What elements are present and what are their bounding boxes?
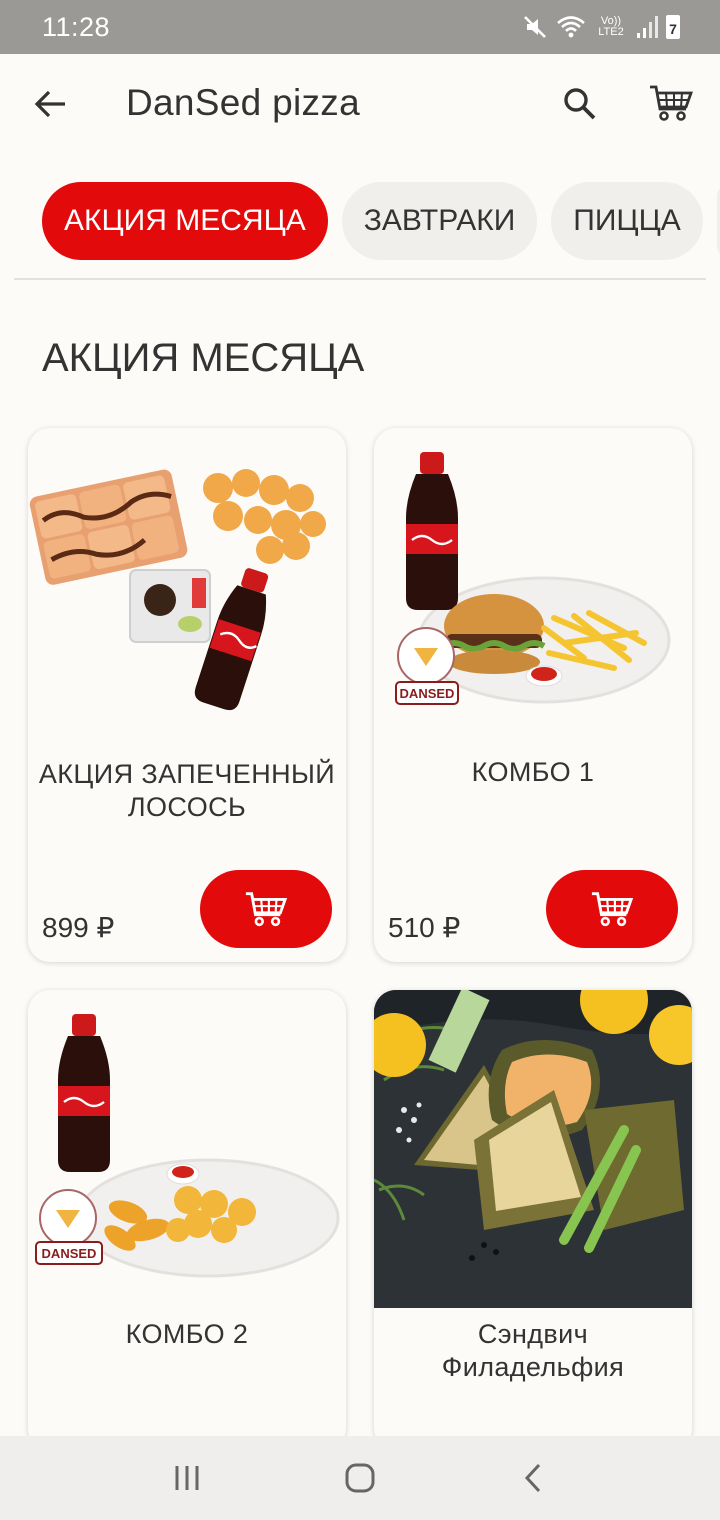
product-card[interactable]: DANSED КОМБО 2 [28, 990, 346, 1450]
search-icon [564, 88, 596, 120]
tabs-divider [14, 278, 706, 280]
cart-button[interactable] [646, 80, 696, 126]
signal-icon [637, 16, 658, 38]
product-image [29, 469, 326, 711]
product-card[interactable]: Сэндвич Филадельфия [374, 990, 692, 1450]
system-back-button[interactable] [503, 1448, 563, 1508]
product-image [374, 990, 692, 1308]
home-icon [345, 1463, 375, 1493]
home-button[interactable] [330, 1448, 390, 1508]
cart-icon [245, 892, 288, 927]
add-to-cart-button[interactable] [546, 870, 678, 948]
status-time: 11:28 [42, 11, 111, 42]
product-image: DANSED [395, 452, 671, 705]
back-icon [525, 1463, 541, 1493]
network-label: Vo)) LTE2 [598, 15, 624, 38]
product-card[interactable]: DANSED КОМБО 1 510 ₽ [374, 428, 692, 962]
product-name: Сэндвич Филадельфия [441, 1319, 625, 1382]
back-button[interactable] [28, 82, 72, 126]
back-arrow-icon [34, 90, 65, 118]
mute-icon [524, 16, 546, 38]
navigation-bar [0, 1436, 720, 1520]
product-name: КОМБО 2 [125, 1319, 249, 1349]
app-bar: DanSed pizza [0, 54, 720, 154]
cart-icon [591, 892, 634, 927]
category-tabs: АКЦИЯ МЕСЯЦА ЗАВТРАКИ ПИЦЦА [0, 182, 720, 262]
svg-text:DANSED: DANSED [42, 1246, 97, 1261]
product-price: 899 ₽ [42, 912, 115, 943]
product-name: АКЦИЯ ЗАПЕЧЕННЫЙ ЛОСОСЬ [38, 759, 336, 822]
search-button[interactable] [558, 82, 602, 126]
tab-zavtraki[interactable]: ЗАВТРАКИ [341, 182, 538, 260]
app-title: DanSed pizza [126, 82, 360, 123]
recents-button[interactable] [157, 1448, 217, 1508]
tab-picca[interactable]: ПИЦЦА [551, 182, 703, 260]
svg-text:DANSED: DANSED [400, 686, 455, 701]
add-to-cart-button[interactable] [200, 870, 332, 948]
section-title: АКЦИЯ МЕСЯЦА [42, 336, 365, 380]
tab-akcia-mesyaca[interactable]: АКЦИЯ МЕСЯЦА [42, 182, 328, 260]
status-bar: 11:28 Vo)) LTE2 7 [0, 0, 720, 54]
product-price: 510 ₽ [388, 912, 461, 943]
recents-icon [175, 1466, 199, 1490]
product-card[interactable]: АКЦИЯ ЗАПЕЧЕННЫЙ ЛОСОСЬ 899 ₽ [28, 428, 346, 962]
cart-icon [650, 85, 693, 121]
wifi-icon [557, 16, 585, 38]
product-image: DANSED [35, 1014, 340, 1278]
battery-icon: 7 [666, 15, 680, 39]
battery-level: 7 [669, 21, 677, 37]
status-icons: Vo)) LTE2 7 [522, 14, 680, 40]
product-name: КОМБО 1 [471, 757, 595, 787]
